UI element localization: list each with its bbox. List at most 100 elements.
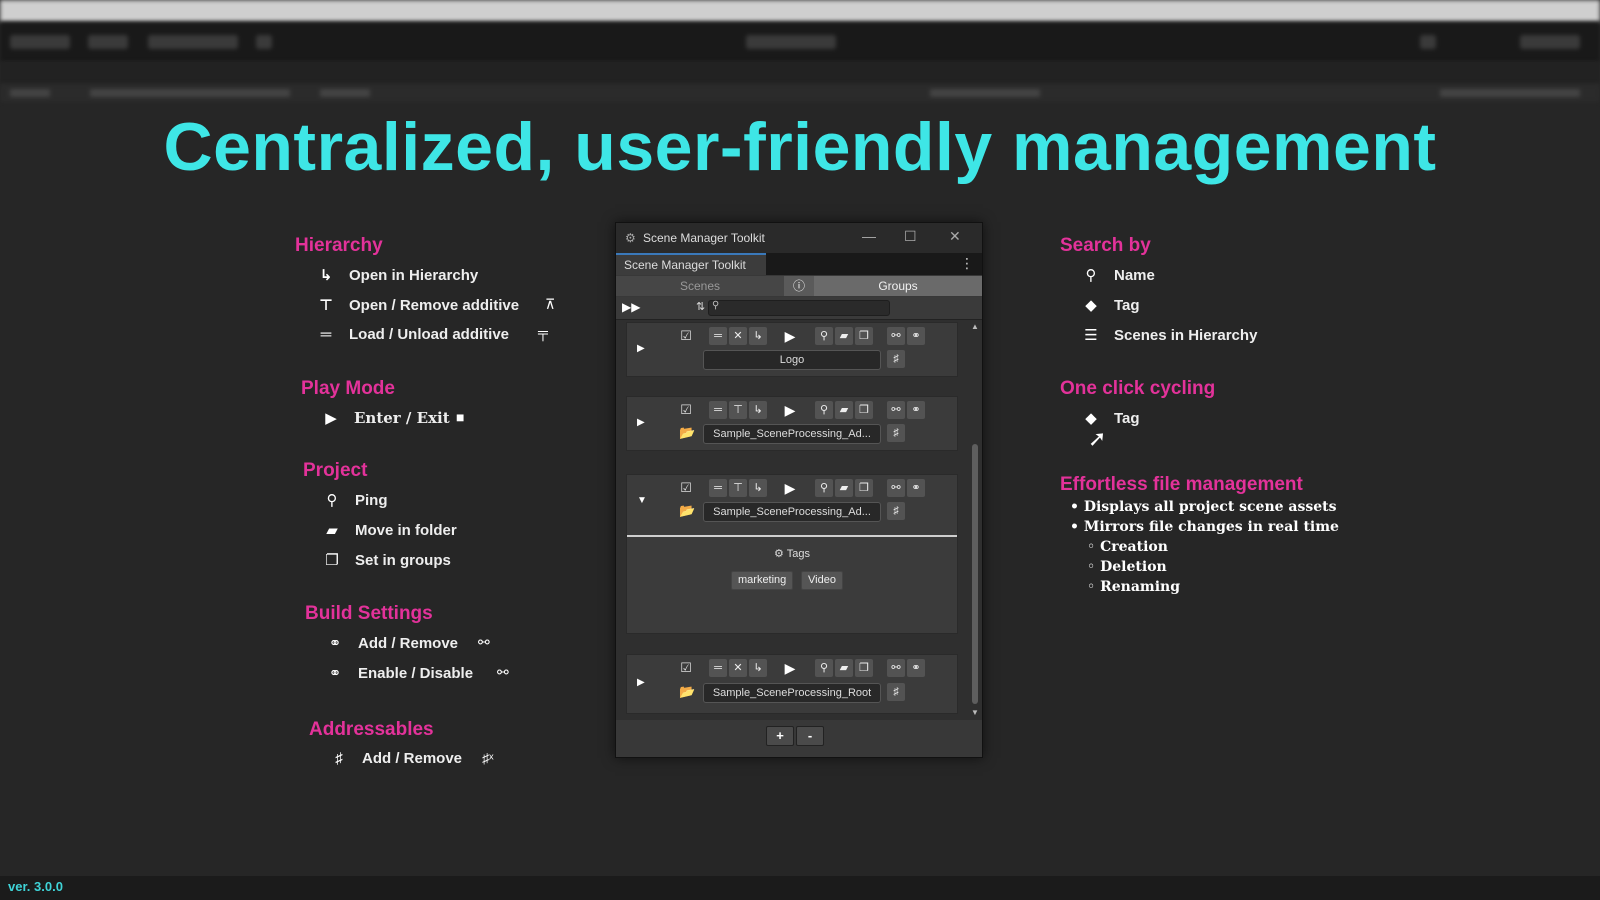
load-additive-icon[interactable]: ═ [709, 479, 727, 497]
tab-scenes[interactable]: Scenes [616, 276, 784, 296]
tab-scene-manager-toolkit[interactable]: Scene Manager Toolkit [616, 253, 766, 275]
tag-icon: ◆ [1085, 410, 1097, 427]
tab-groups[interactable]: Groups [814, 276, 982, 296]
play-icon[interactable]: ▶ [781, 401, 799, 419]
scene-name-field[interactable]: Logo [703, 350, 881, 370]
remove-additive-icon: ⊼ [545, 296, 556, 312]
file-sub-deletion: ◦ Deletion [1087, 559, 1167, 575]
move-folder-icon[interactable]: ▰ [835, 659, 853, 677]
info-icon[interactable]: ⓘ [784, 276, 814, 296]
window-logo-icon: ⚙ [625, 231, 636, 245]
section-file-management: Effortless file management [1060, 474, 1303, 495]
feature-enter-exit: ▶ Enter / Exit [320, 409, 449, 427]
open-arrow-icon[interactable]: ↳ [749, 659, 767, 677]
groups-icon[interactable]: ❐ [855, 401, 873, 419]
build-remove-icon: ⚯ [478, 634, 490, 650]
scrollbar[interactable]: ▲ ▼ [970, 320, 980, 720]
ping-pin-icon[interactable]: ⚲ [815, 659, 833, 677]
expand-arrow-icon[interactable]: ▶ [637, 343, 645, 354]
build-remove-icon[interactable]: ⚯ [887, 327, 905, 345]
scrollbar-thumb[interactable] [972, 444, 978, 704]
version-label: ver. 3.0.0 [8, 879, 63, 894]
search-icon: ⚲ [712, 300, 720, 311]
kebab-menu-icon[interactable]: ⋮ [960, 255, 974, 272]
load-additive-icon[interactable]: ═ [709, 401, 727, 419]
scene-list: ▶ ☑ ═ ✕ ↳ ▶ ⚲ ▰ ❐ ⚯ ⚭ Logo ♯ ▶ ☑ ═ ⊤ ↳ ▶… [616, 320, 982, 720]
scene-name-field[interactable]: Sample_SceneProcessing_Ad... [703, 502, 881, 522]
play-icon[interactable]: ▶ [781, 479, 799, 497]
play-icon[interactable]: ▶ [781, 327, 799, 345]
collapse-arrow-icon[interactable]: ▼ [637, 495, 647, 506]
minimize-icon[interactable]: — [862, 228, 876, 244]
tag-chip[interactable]: Video [801, 571, 843, 590]
open-arrow-icon[interactable]: ↳ [749, 479, 767, 497]
open-additive-icon[interactable]: ⊤ [729, 479, 747, 497]
checkbox-icon[interactable]: ☑ [677, 401, 695, 419]
feature-move-in-folder: ▰ Move in folder [321, 521, 456, 540]
build-remove-icon[interactable]: ⚯ [887, 659, 905, 677]
window-bottom-bar: + - [616, 720, 982, 757]
open-additive-icon[interactable]: ⊤ [729, 401, 747, 419]
checkbox-icon[interactable]: ☑ [677, 479, 695, 497]
window-title-bar[interactable]: ⚙ Scene Manager Toolkit — ☐ ✕ [616, 223, 982, 253]
expand-arrow-icon[interactable]: ▶ [637, 417, 645, 428]
build-add-icon[interactable]: ⚭ [907, 327, 925, 345]
build-add-icon[interactable]: ⚭ [907, 479, 925, 497]
groups-icon[interactable]: ❐ [855, 327, 873, 345]
ping-pin-icon[interactable]: ⚲ [815, 479, 833, 497]
list-icon: ☰ [1084, 327, 1098, 344]
editor-scene-tab [0, 62, 1600, 84]
move-folder-icon[interactable]: ▰ [835, 327, 853, 345]
scene-name-field[interactable]: Sample_SceneProcessing_Root [703, 683, 881, 703]
addressable-icon[interactable]: ♯ [887, 350, 905, 368]
ping-pin-icon[interactable]: ⚲ [815, 401, 833, 419]
tag-chip[interactable]: marketing [731, 571, 794, 590]
search-icon: ⚲ [1085, 267, 1097, 284]
groups-icon[interactable]: ❐ [855, 479, 873, 497]
remove-scene-button[interactable]: - [796, 726, 824, 746]
close-icon[interactable]: ✕ [949, 228, 961, 245]
search-by-name: ⚲ Name [1080, 266, 1155, 285]
move-folder-icon[interactable]: ▰ [835, 401, 853, 419]
feature-open-remove-additive: ⊤ Open / Remove additive [315, 296, 519, 315]
open-arrow-icon[interactable]: ↳ [749, 401, 767, 419]
cursor-icon: ➚ [1088, 426, 1107, 451]
build-remove-icon[interactable]: ⚯ [887, 479, 905, 497]
open-arrow-icon[interactable]: ↳ [749, 327, 767, 345]
search-input[interactable]: ⚲ [708, 300, 890, 316]
remove-additive-icon[interactable]: ✕ [729, 327, 747, 345]
scroll-up-icon[interactable]: ▲ [971, 322, 979, 331]
ping-pin-icon[interactable]: ⚲ [815, 327, 833, 345]
scene-card: ▶ ☑ ═ ✕ ↳ ▶ ⚲ ▰ ❐ ⚯ ⚭ Logo ♯ [626, 322, 958, 377]
build-remove-icon[interactable]: ⚯ [887, 401, 905, 419]
tag-icon: ◆ [1085, 297, 1097, 314]
feature-ping: ⚲ Ping [321, 491, 388, 510]
scene-name-field[interactable]: Sample_SceneProcessing_Ad... [703, 424, 881, 444]
scroll-down-icon[interactable]: ▼ [971, 708, 979, 717]
addressable-icon[interactable]: ♯ [887, 424, 905, 442]
open-arrow-icon: ↳ [319, 267, 333, 284]
build-add-icon[interactable]: ⚭ [907, 401, 925, 419]
load-additive-icon[interactable]: ═ [709, 659, 727, 677]
play-icon[interactable]: ▶ [781, 659, 799, 677]
groups-icon[interactable]: ❐ [855, 659, 873, 677]
scene-card: ▶ ☑ ═ ⊤ ↳ ▶ ⚲ ▰ ❐ ⚯ ⚭ 📂 Sample_SceneProc… [626, 396, 958, 451]
load-additive-icon[interactable]: ═ [709, 327, 727, 345]
add-scene-button[interactable]: + [766, 726, 794, 746]
build-add-icon[interactable]: ⚭ [907, 659, 925, 677]
section-one-click-cycling: One click cycling [1060, 378, 1216, 399]
checkbox-icon[interactable]: ☑ [677, 327, 695, 345]
expand-arrow-icon[interactable]: ▶ [637, 677, 645, 688]
move-folder-icon[interactable]: ▰ [835, 479, 853, 497]
addressable-icon[interactable]: ♯ [887, 683, 905, 701]
checkbox-icon[interactable]: ☑ [677, 659, 695, 677]
scene-manager-window: ⚙ Scene Manager Toolkit — ☐ ✕ Scene Mana… [615, 222, 983, 758]
addressable-icon[interactable]: ♯ [887, 502, 905, 520]
sort-icon[interactable]: ⇅ [696, 300, 705, 313]
remove-additive-icon[interactable]: ✕ [729, 659, 747, 677]
maximize-icon[interactable]: ☐ [904, 228, 917, 245]
fast-forward-icon[interactable]: ▶▶ [622, 300, 640, 314]
file-sub-creation: ◦ Creation [1087, 539, 1168, 555]
file-bullet-displays: • Displays all project scene assets [1070, 499, 1337, 515]
unload-additive-icon: ╤ [538, 324, 548, 340]
